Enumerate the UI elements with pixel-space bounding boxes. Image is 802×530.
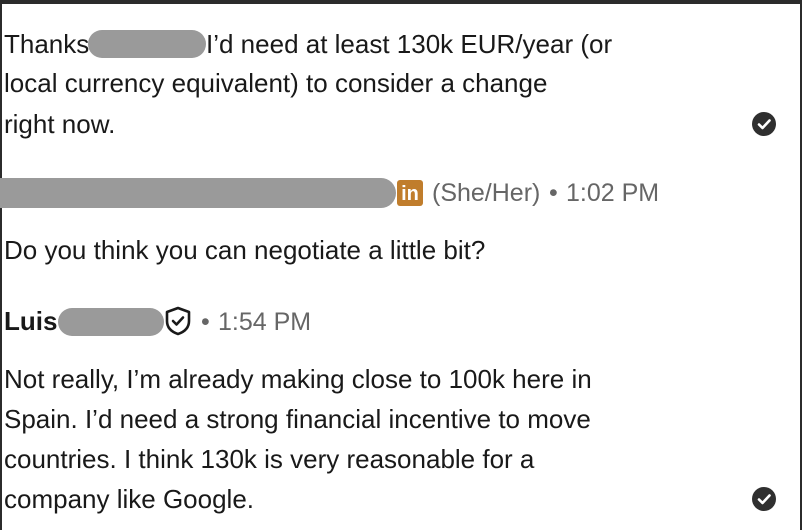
- read-check-icon: [752, 112, 776, 136]
- sender-pronouns: (She/Her): [432, 179, 541, 207]
- redacted-name: [88, 30, 206, 58]
- redacted-surname: [58, 308, 164, 336]
- message-time: 1:54 PM: [218, 308, 312, 336]
- redacted-sender-name: [0, 178, 396, 208]
- linkedin-icon: in: [397, 180, 423, 206]
- message-2-line-1: Do you think you can negotiate a little …: [4, 235, 486, 265]
- window-left-border: [0, 0, 2, 530]
- message-1-line-1a: Thanks: [4, 29, 90, 59]
- window-top-border: [0, 0, 802, 4]
- sender-name: Luis: [4, 306, 58, 336]
- message-time: 1:02 PM: [566, 179, 660, 207]
- read-check-icon: [752, 487, 776, 511]
- verified-shield-icon: [165, 306, 191, 336]
- message-1-line-2: local currency equivalent) to consider a…: [4, 68, 548, 98]
- message-1-line-1b: I’d need at least 130k EUR/year (or: [206, 29, 613, 59]
- meta-separator: •: [549, 179, 558, 207]
- message-3-line-3: countries. I think 130k is very reasonab…: [4, 444, 535, 474]
- message-3-line-4: company like Google.: [4, 484, 255, 514]
- message-3-line-2: Spain. I’d need a strong financial incen…: [4, 404, 591, 434]
- message-1-line-3: right now.: [4, 109, 116, 139]
- message-3-line-1: Not really, I’m already making close to …: [4, 364, 592, 394]
- meta-separator: •: [201, 308, 210, 336]
